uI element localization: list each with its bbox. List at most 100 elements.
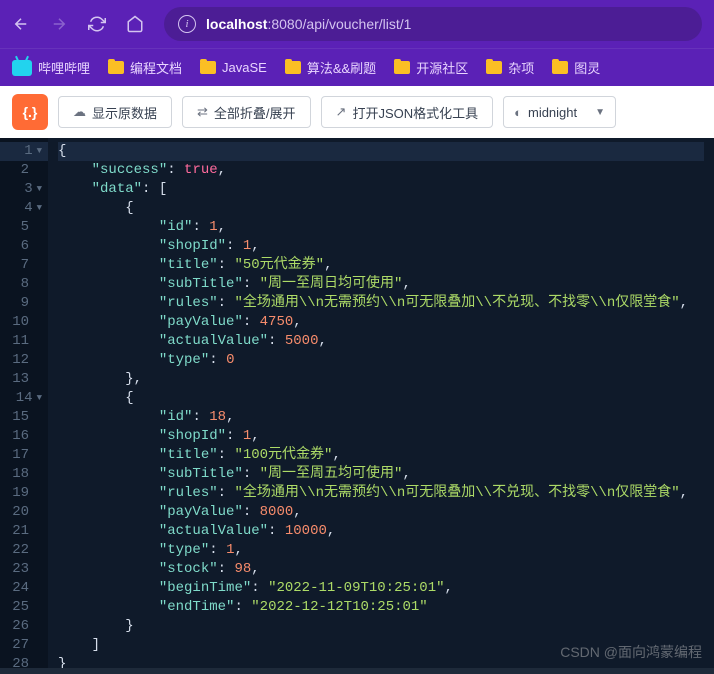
fold-toggle[interactable]: ▼	[37, 389, 42, 408]
site-info-icon[interactable]: i	[178, 15, 196, 33]
line-number: 4	[24, 199, 32, 218]
line-number: 22	[12, 541, 29, 560]
bookmark-label: 编程文档	[130, 58, 182, 77]
code-line: "subTitle": "周一至周日均可使用",	[58, 275, 704, 294]
browser-nav-bar: i localhost:8080/api/voucher/list/1	[0, 0, 714, 48]
address-bar[interactable]: i localhost:8080/api/voucher/list/1	[164, 7, 702, 41]
line-number: 11	[12, 332, 29, 351]
bookmark-label: 图灵	[574, 58, 600, 77]
line-number: 27	[12, 636, 29, 655]
line-gutter: 1▼23▼4▼567891011121314▼15161718192021222…	[0, 138, 48, 668]
bili-icon	[12, 60, 32, 76]
code-line: "beginTime": "2022-11-09T10:25:01",	[58, 579, 704, 598]
line-number: 2	[21, 161, 29, 180]
url-text: localhost:8080/api/voucher/list/1	[206, 16, 411, 32]
line-number: 19	[12, 484, 29, 503]
line-number: 12	[12, 351, 29, 370]
code-line: "id": 1,	[58, 218, 704, 237]
watermark: CSDN @面向鸿蒙编程	[560, 642, 702, 662]
code-line: "subTitle": "周一至周五均可使用",	[58, 465, 704, 484]
folder-icon	[394, 61, 410, 74]
code-line: "type": 1,	[58, 541, 704, 560]
back-button[interactable]	[12, 15, 30, 33]
line-number: 7	[21, 256, 29, 275]
line-number: 23	[12, 560, 29, 579]
code-line: "title": "50元代金券",	[58, 256, 704, 275]
code-line: {	[58, 389, 704, 408]
line-number: 20	[12, 503, 29, 522]
open-formatter-button[interactable]: ↗打开JSON格式化工具	[321, 96, 494, 128]
code-line: "title": "100元代金券",	[58, 446, 704, 465]
line-number: 18	[12, 465, 29, 484]
fold-toggle[interactable]: ▼	[37, 180, 42, 199]
line-number: 25	[12, 598, 29, 617]
collapse-icon: ⇄	[197, 104, 208, 120]
bookmark-label: 算法&&刷题	[307, 58, 376, 77]
cloud-icon: ☁	[73, 104, 86, 120]
code-line: },	[58, 370, 704, 389]
fold-toggle[interactable]: ▼	[37, 142, 42, 161]
external-icon: ↗	[336, 104, 347, 120]
json-viewer-toolbar: {.} ☁显示原数据 ⇄全部折叠/展开 ↗打开JSON格式化工具 ◐midnig…	[0, 86, 714, 138]
line-number: 28	[12, 655, 29, 674]
line-number: 24	[12, 579, 29, 598]
bookmark-item[interactable]: 哔哩哔哩	[12, 58, 90, 77]
line-number: 6	[21, 237, 29, 256]
bookmark-label: JavaSE	[222, 60, 267, 75]
line-number: 5	[21, 218, 29, 237]
line-number: 21	[12, 522, 29, 541]
palette-icon: ◐	[514, 105, 522, 120]
line-number: 9	[21, 294, 29, 313]
refresh-button[interactable]	[88, 15, 106, 33]
chevron-down-icon: ▼	[595, 107, 605, 118]
line-number: 3	[24, 180, 32, 199]
home-button[interactable]	[126, 15, 144, 33]
code-line: "payValue": 4750,	[58, 313, 704, 332]
code-line: {	[58, 199, 704, 218]
code-area[interactable]: { "success": true, "data": [ { "id": 1, …	[48, 138, 714, 668]
code-line: }	[58, 617, 704, 636]
code-line: "stock": 98,	[58, 560, 704, 579]
bookmark-item[interactable]: 编程文档	[108, 58, 182, 77]
theme-selector[interactable]: ◐midnight▼	[503, 96, 616, 128]
bookmark-item[interactable]: 图灵	[552, 58, 600, 77]
bookmark-label: 杂项	[508, 58, 534, 77]
code-line: "data": [	[58, 180, 704, 199]
fold-all-button[interactable]: ⇄全部折叠/展开	[182, 96, 311, 128]
code-line: "rules": "全场通用\\n无需预约\\n可无限叠加\\不兑现、不找零\\…	[58, 294, 704, 313]
fold-toggle[interactable]: ▼	[37, 199, 42, 218]
bookmark-item[interactable]: 算法&&刷题	[285, 58, 376, 77]
code-line: "payValue": 8000,	[58, 503, 704, 522]
code-line: "id": 18,	[58, 408, 704, 427]
code-line: "actualValue": 5000,	[58, 332, 704, 351]
folder-icon	[285, 61, 301, 74]
line-number: 13	[12, 370, 29, 389]
line-number: 1	[24, 142, 32, 161]
bookmark-label: 开源社区	[416, 58, 468, 77]
line-number: 10	[12, 313, 29, 332]
bookmark-item[interactable]: 杂项	[486, 58, 534, 77]
line-number: 16	[12, 427, 29, 446]
folder-icon	[108, 61, 124, 74]
code-line: "endTime": "2022-12-12T10:25:01"	[58, 598, 704, 617]
folder-icon	[486, 61, 502, 74]
code-line: "success": true,	[58, 161, 704, 180]
code-line: "shopId": 1,	[58, 237, 704, 256]
code-line: "type": 0	[58, 351, 704, 370]
line-number: 8	[21, 275, 29, 294]
code-line: "rules": "全场通用\\n无需预约\\n可无限叠加\\不兑现、不找零\\…	[58, 484, 704, 503]
bookmark-label: 哔哩哔哩	[38, 58, 90, 77]
line-number: 17	[12, 446, 29, 465]
code-line: {	[58, 142, 704, 161]
forward-button[interactable]	[50, 15, 68, 33]
folder-icon	[552, 61, 568, 74]
folder-icon	[200, 61, 216, 74]
show-raw-button[interactable]: ☁显示原数据	[58, 96, 172, 128]
bookmark-item[interactable]: JavaSE	[200, 60, 267, 75]
line-number: 15	[12, 408, 29, 427]
bookmark-item[interactable]: 开源社区	[394, 58, 468, 77]
line-number: 14	[16, 389, 33, 408]
code-line: "shopId": 1,	[58, 427, 704, 446]
code-line: "actualValue": 10000,	[58, 522, 704, 541]
line-number: 26	[12, 617, 29, 636]
